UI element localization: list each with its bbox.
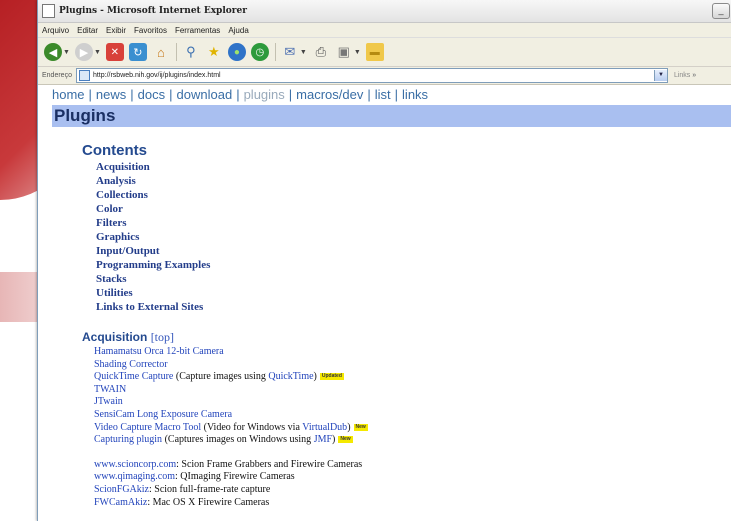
updated-badge: Updated	[319, 373, 344, 381]
mail-icon[interactable]: ✉	[281, 43, 299, 61]
list-item: SensiCam Long Exposure Camera	[94, 408, 233, 420]
top-link[interactable]: [top]	[151, 330, 174, 344]
menu-favoritos[interactable]: Favoritos	[134, 26, 167, 35]
menu-ajuda[interactable]: Ajuda	[228, 26, 248, 35]
nav-list[interactable]: list	[375, 87, 391, 102]
menu-arquivo[interactable]: Arquivo	[42, 26, 69, 35]
toc-link[interactable]: Filters	[96, 216, 731, 230]
history-icon[interactable]: ◷	[250, 43, 269, 61]
window-title: Plugins - Microsoft Internet Explorer	[59, 6, 247, 16]
list-item: Shading Corrector	[94, 358, 168, 370]
nav-docs[interactable]: docs	[138, 87, 165, 102]
new-badge: New	[338, 436, 353, 444]
list-item: Video Capture Macro Tool (Video for Wind…	[94, 421, 368, 433]
contents-list: Acquisition Analysis Collections Color F…	[96, 160, 731, 314]
edit-icon[interactable]: ▣	[335, 43, 353, 61]
list-item: www.scioncorp.com: Scion Frame Grabbers …	[94, 458, 363, 470]
print-icon[interactable]: ⎙	[312, 43, 330, 61]
links-chevron-icon: »	[692, 72, 697, 79]
contents-heading: Contents	[82, 142, 147, 159]
list-item: FWCamAkiz: Mac OS X Firewire Cameras	[94, 496, 270, 508]
nav-plugins: plugins	[243, 87, 285, 102]
media-icon[interactable]: ●	[227, 43, 246, 61]
site-nav: home | news | docs | download | plugins | macros/d…	[52, 87, 429, 102]
toc-link[interactable]: Color	[96, 202, 731, 216]
menu-bar: Arquivo Editar Exibir Favoritos Ferramen…	[38, 23, 731, 38]
links-button[interactable]: Links »	[674, 72, 696, 79]
page-content: home | news | docs | download | plugins | macros/d…	[38, 82, 731, 521]
toolbar-separator	[175, 43, 177, 61]
toc-link[interactable]: Graphics	[96, 230, 731, 244]
new-badge: New	[353, 423, 368, 431]
nav-download[interactable]: download	[177, 87, 233, 102]
address-dropdown-icon[interactable]: ▼	[653, 70, 667, 81]
toc-link[interactable]: Analysis	[96, 174, 731, 188]
menu-ferramentas[interactable]: Ferramentas	[175, 26, 220, 35]
acquisition-list: Hamamatsu Orca 12-bit Camera Shading Cor…	[94, 346, 731, 509]
nav-macros[interactable]: macros/dev	[296, 87, 363, 102]
links-label: Links	[673, 72, 691, 79]
edit-dropdown-icon[interactable]: ▼	[354, 49, 361, 56]
standard-toolbar: ◀ ▼ ▶ ▼ ✕ ↻ ⌂ ⚲ ★ ● ◷ ✉ ▼ ⎙ ▣ ▼ ▬	[38, 38, 731, 67]
list-item: TWAIN	[94, 383, 127, 395]
list-item: www.qimaging.com: QImaging Firewire Came…	[94, 471, 295, 483]
stop-icon[interactable]: ✕	[105, 43, 124, 61]
forward-dropdown-icon[interactable]: ▼	[94, 49, 101, 56]
minimize-button[interactable]: _	[712, 3, 730, 19]
nav-links[interactable]: links	[402, 87, 428, 102]
list-item: ScionFGAkiz: Scion full-frame-rate captu…	[94, 483, 271, 495]
nav-home[interactable]: home	[52, 87, 85, 102]
title-bar: Plugins - Microsoft Internet Explorer _	[38, 0, 731, 23]
toc-link[interactable]: Input/Output	[96, 244, 731, 258]
menu-exibir[interactable]: Exibir	[106, 26, 126, 35]
address-input[interactable]: http://rsbweb.nih.gov/ij/plugins/index.h…	[75, 68, 668, 83]
browser-window: Plugins - Microsoft Internet Explorer _ …	[37, 0, 731, 521]
toc-link[interactable]: Acquisition	[96, 160, 731, 174]
ie-page-icon	[42, 4, 55, 18]
toc-link[interactable]: Collections	[96, 188, 731, 202]
nav-news[interactable]: news	[96, 87, 126, 102]
mail-dropdown-icon[interactable]: ▼	[300, 49, 307, 56]
list-item: JTwain	[94, 396, 123, 408]
page-title: Plugins	[52, 105, 731, 127]
menu-editar[interactable]: Editar	[77, 26, 98, 35]
toc-link[interactable]: Links to External Sites	[96, 300, 731, 314]
search-icon[interactable]: ⚲	[182, 43, 200, 61]
page-icon	[78, 70, 90, 81]
acquisition-heading: Acquisition [top]	[82, 330, 175, 344]
refresh-icon[interactable]: ↻	[128, 43, 147, 61]
address-url[interactable]: http://rsbweb.nih.gov/ij/plugins/index.h…	[93, 72, 221, 79]
folder-icon[interactable]: ▬	[365, 43, 384, 61]
back-icon[interactable]: ◀	[44, 43, 62, 61]
toc-link[interactable]: Programming Examples	[96, 258, 731, 272]
toc-link[interactable]: Utilities	[96, 286, 731, 300]
favorites-icon[interactable]: ★	[205, 43, 223, 61]
toc-link[interactable]: Stacks	[96, 272, 731, 286]
back-dropdown-icon[interactable]: ▼	[63, 49, 70, 56]
list-item: QuickTime Capture (Capture images using …	[94, 371, 344, 383]
list-item: Capturing plugin (Captures images on Win…	[94, 434, 353, 446]
address-label: Endereço	[42, 72, 72, 79]
toolbar-separator	[274, 43, 276, 61]
list-item: Hamamatsu Orca 12-bit Camera	[94, 346, 224, 357]
home-icon[interactable]: ⌂	[152, 43, 170, 61]
forward-icon[interactable]: ▶	[74, 43, 93, 61]
